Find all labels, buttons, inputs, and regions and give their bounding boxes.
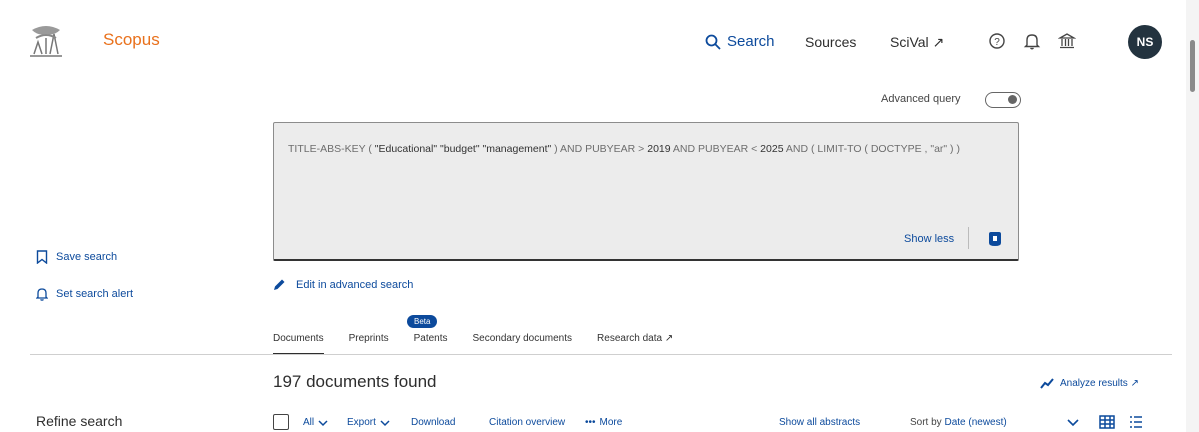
grid-view-icon[interactable]: [1099, 414, 1115, 430]
chevron-down-icon: [380, 419, 390, 426]
beta-badge: Beta: [407, 315, 438, 328]
trend-chart-icon: [1040, 378, 1054, 389]
elsevier-logo[interactable]: [24, 20, 68, 62]
export-dropdown[interactable]: Export: [347, 417, 390, 428]
tab-research-data[interactable]: Research data ↗: [597, 333, 673, 355]
tabs-divider: [30, 354, 1172, 355]
nav-search-label: Search: [727, 33, 775, 50]
show-all-abstracts-link[interactable]: Show all abstracts: [779, 417, 860, 428]
result-type-tabs: Documents Preprints Patents Secondary do…: [273, 333, 698, 355]
tab-documents[interactable]: Documents: [273, 333, 324, 355]
save-search-button[interactable]: Save search: [36, 250, 117, 264]
set-search-alert-label: Set search alert: [56, 288, 134, 300]
analyze-results-link[interactable]: Analyze results ↗: [1040, 377, 1139, 389]
search-query-box[interactable]: TITLE-ABS-KEY ( "Educational" "budget" "…: [273, 122, 1019, 261]
sort-by-label: Sort by: [910, 417, 942, 428]
sort-by-value: Date (newest): [944, 417, 1007, 428]
query-suffix: AND ( LIMIT-TO ( DOCTYPE , "ar" ) ): [783, 143, 960, 155]
edit-advanced-search-link[interactable]: Edit in advanced search: [273, 278, 413, 291]
advanced-query-toggle[interactable]: [985, 92, 1021, 108]
more-dots-icon: •••: [585, 417, 596, 428]
query-pubyear-from-op: ) AND PUBYEAR >: [551, 143, 648, 155]
analyze-results-label: Analyze results ↗: [1060, 377, 1139, 389]
citation-overview-button[interactable]: Citation overview: [489, 417, 565, 428]
search-icon: [705, 34, 721, 50]
query-pubyear-to-op: AND PUBYEAR <: [670, 143, 761, 155]
copy-query-icon[interactable]: [988, 231, 1002, 247]
scopus-search-results-page: Scopus Search Sources SciVal ↗ ? NS Adva…: [0, 0, 1199, 432]
toggle-knob: [1008, 95, 1017, 104]
brand-name[interactable]: Scopus: [103, 30, 160, 50]
bell-icon: [36, 288, 48, 301]
chevron-down-icon: [318, 419, 328, 426]
results-count: 197 documents found: [273, 372, 437, 391]
notification-bell-icon[interactable]: [1021, 30, 1043, 52]
select-all-dropdown[interactable]: All: [303, 417, 328, 428]
search-query-text[interactable]: TITLE-ABS-KEY ( "Educational" "budget" "…: [288, 137, 1004, 161]
tab-patents[interactable]: Patents: [414, 333, 448, 355]
select-all-checkbox[interactable]: [273, 414, 289, 430]
pencil-icon: [274, 279, 285, 290]
nav-sources-link[interactable]: Sources: [805, 34, 856, 50]
user-avatar[interactable]: NS: [1128, 25, 1162, 59]
more-label: More: [599, 417, 623, 428]
nav-search-link[interactable]: Search: [705, 33, 775, 50]
select-all-label: All: [303, 417, 315, 428]
refine-search-heading: Refine search: [36, 413, 123, 429]
query-prefix: TITLE-ABS-KEY (: [288, 143, 375, 155]
list-view-icon[interactable]: [1128, 414, 1144, 430]
edit-advanced-search-label: Edit in advanced search: [296, 278, 414, 291]
chevron-down-icon[interactable]: [1065, 414, 1081, 430]
query-terms: "Educational" "budget" "management": [374, 143, 552, 155]
nav-scival-link[interactable]: SciVal ↗: [890, 34, 944, 51]
save-search-label: Save search: [56, 251, 118, 263]
advanced-query-label: Advanced query: [881, 93, 961, 105]
download-button[interactable]: Download: [411, 417, 455, 428]
bookmark-icon: [36, 250, 48, 264]
sort-by-control[interactable]: Sort by Date (newest): [910, 417, 1007, 428]
tab-preprints[interactable]: Preprints: [349, 333, 389, 355]
divider: [968, 227, 969, 249]
query-year-from: 2019: [647, 143, 671, 155]
export-label: Export: [347, 417, 376, 428]
show-less-link[interactable]: Show less: [904, 233, 954, 245]
set-search-alert-button[interactable]: Set search alert: [36, 287, 133, 301]
institution-icon[interactable]: [1056, 30, 1078, 52]
svg-text:?: ?: [994, 37, 1000, 48]
help-icon[interactable]: ?: [986, 30, 1008, 52]
page-scrollbar-thumb[interactable]: [1190, 40, 1195, 92]
more-actions-button[interactable]: ••• More: [585, 417, 622, 428]
tab-secondary-documents[interactable]: Secondary documents: [473, 333, 573, 355]
query-year-to: 2025: [760, 143, 784, 155]
